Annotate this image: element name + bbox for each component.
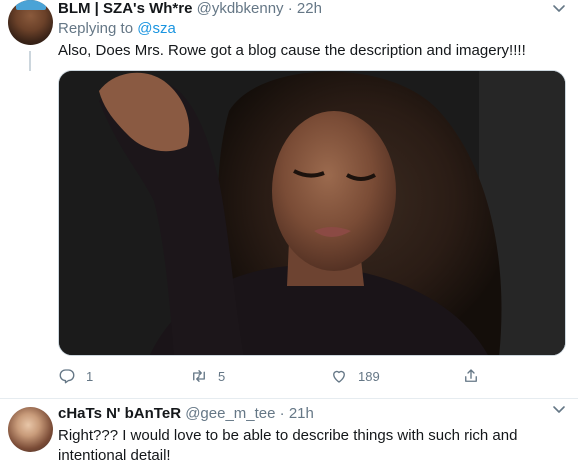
separator: · (287, 0, 293, 17)
tweet-text: Right??? I would love to be able to desc… (58, 427, 522, 464)
retweet-icon (193, 370, 205, 382)
tweet-actions: 1 5 189 (58, 366, 488, 386)
tweet-header: BLM | SZA's Wh*re @ykdbkenny · 22h (58, 0, 322, 18)
reply-count: 1 (86, 368, 94, 384)
tweet[interactable]: cHaTs N' bAnTeR @gee_m_tee · 21h Right??… (0, 399, 578, 470)
reply-icon (59, 369, 75, 384)
share-button[interactable] (462, 366, 480, 386)
tweet[interactable]: BLM | SZA's Wh*re @ykdbkenny · 22h Reply… (0, 0, 578, 399)
separator: · (279, 405, 285, 422)
share-icon (465, 369, 477, 382)
avatar[interactable] (8, 0, 53, 45)
tweet-text: Also, Does Mrs. Rowe got a blog cause th… (58, 42, 526, 59)
mention-link[interactable]: @sza (137, 20, 176, 37)
replying-to-label: Replying to (58, 20, 138, 37)
chevron-down-icon[interactable] (552, 405, 566, 415)
tweet-header: cHaTs N' bAnTeR @gee_m_tee · 21h (58, 405, 314, 423)
avatar[interactable] (8, 407, 53, 452)
like-count: 189 (358, 368, 380, 384)
thread-line (29, 51, 31, 71)
author-name[interactable]: cHaTs N' bAnTeR (58, 405, 181, 422)
timestamp[interactable]: 22h (297, 0, 322, 17)
like-icon (333, 370, 345, 383)
retweet-button[interactable]: 5 (190, 366, 225, 386)
retweet-count: 5 (218, 368, 226, 384)
author-handle[interactable]: @ykdbkenny (197, 0, 284, 17)
reply-button[interactable]: 1 (58, 366, 93, 386)
author-name[interactable]: BLM | SZA's Wh*re (58, 0, 192, 17)
author-handle[interactable]: @gee_m_tee (185, 405, 275, 422)
timestamp[interactable]: 21h (289, 405, 314, 422)
replying-to: Replying to @sza (58, 19, 176, 39)
chevron-down-icon[interactable] (552, 4, 566, 14)
like-button[interactable]: 189 (330, 366, 380, 386)
video-frame (59, 71, 565, 355)
video-media[interactable] (58, 70, 566, 356)
